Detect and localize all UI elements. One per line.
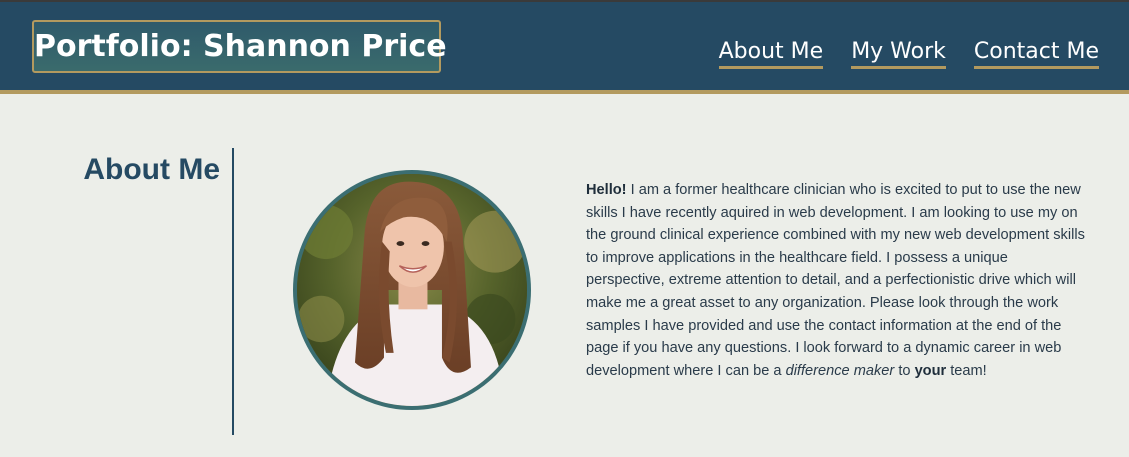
bio-body: I am a former healthcare clinician who i… xyxy=(586,182,1085,379)
nav-link-contact-me[interactable]: Contact Me xyxy=(973,38,1099,69)
site-header: Portfolio: Shannon Price About Me My Wor… xyxy=(0,0,1129,94)
bio-end: team! xyxy=(946,362,987,379)
about-heading: About Me xyxy=(83,153,220,186)
main-nav: About Me My Work Contact Me xyxy=(718,38,1099,69)
bio-greeting: Hello! xyxy=(586,182,627,198)
nav-link-about-me[interactable]: About Me xyxy=(718,38,824,69)
bio-your: your xyxy=(914,362,947,379)
site-title: Portfolio: Shannon Price xyxy=(32,20,447,73)
bio-to: to xyxy=(894,362,915,379)
nav-link-my-work[interactable]: My Work xyxy=(851,38,946,69)
about-bio: Hello! I am a former healthcare clinicia… xyxy=(586,179,1086,382)
section-divider xyxy=(232,148,234,435)
bio-emphasis: difference maker xyxy=(785,362,895,379)
profile-photo xyxy=(293,170,531,410)
profile-photo-image xyxy=(297,174,527,406)
